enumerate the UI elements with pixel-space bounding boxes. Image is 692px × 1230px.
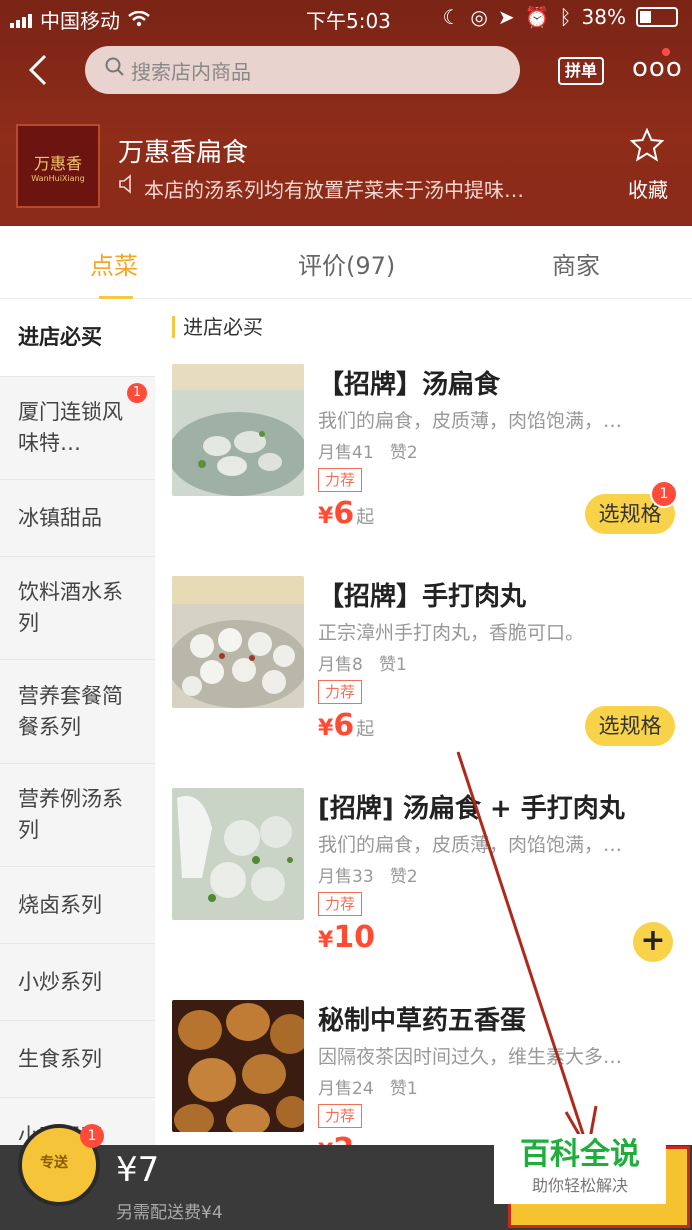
shop-header: 中国移动 下午5:03 ☾ ◎ ➤ ⏰ ᛒ 38% 搜索店内商品 拼单 ooo … (0, 0, 692, 226)
food-name: 【招牌】汤扁食 (318, 370, 501, 400)
notification-dot (662, 48, 670, 56)
tab-bar: 点菜 评价(97) 商家 (0, 226, 692, 299)
delivery-fee: 另需配送费¥4 (116, 1203, 223, 1223)
food-image (172, 364, 304, 496)
food-image (172, 576, 304, 708)
food-sales: 月售24 赞1 (318, 1079, 418, 1099)
category-sidebar: 进店必买 厦门连锁风味特… 1 冰镇甜品 饮料酒水系列 营养套餐简餐系列 营养例汤… (0, 299, 155, 1145)
section-title: 进店必买 (172, 316, 263, 338)
recommend-tag: 力荐 (318, 892, 363, 916)
signal-icon (10, 12, 32, 28)
clock: 下午5:03 (306, 9, 391, 33)
cart-count-badge: 1 (80, 1124, 104, 1148)
food-desc: 因隔夜茶因时间过久，维生素大多… (318, 1046, 623, 1068)
sidebar-item-stir-fry[interactable]: 小炒系列 (0, 944, 155, 1021)
food-sales: 月售41 赞2 (318, 443, 418, 463)
shop-logo: 万惠香 WanHuiXiang (16, 124, 100, 208)
food-name: 【招牌】手打肉丸 (318, 582, 527, 612)
choose-spec-button[interactable]: 选规格 (585, 706, 675, 746)
food-desc: 我们的扁食，皮质薄，肉馅饱满，… (318, 834, 623, 856)
sidebar-item-must-buy[interactable]: 进店必买 (0, 299, 155, 377)
category-badge: 1 (127, 383, 147, 403)
search-placeholder: 搜索店内商品 (131, 59, 251, 84)
spec-count-badge: 1 (650, 480, 678, 508)
add-to-cart-button[interactable]: + (633, 922, 673, 962)
sidebar-item-drinks[interactable]: 饮料酒水系列 (0, 557, 155, 660)
food-sales: 月售33 赞2 (318, 867, 418, 887)
status-bar: 中国移动 下午5:03 ☾ ◎ ➤ ⏰ ᛒ 38% (0, 0, 692, 36)
search-input[interactable]: 搜索店内商品 (85, 46, 520, 94)
sidebar-item-braised[interactable]: 烧卤系列 (0, 867, 155, 944)
shop-name: 万惠香扁食 (118, 138, 249, 168)
search-icon (105, 57, 125, 83)
food-price: ¥6 起 (318, 496, 375, 531)
carrier-label: 中国移动 (40, 9, 120, 33)
tab-reviews[interactable]: 评价(97) (298, 246, 395, 281)
more-icon[interactable]: ooo (632, 53, 683, 83)
food-price: ¥10 (318, 920, 376, 955)
recommend-tag: 力荐 (318, 468, 363, 492)
food-price: ¥6 起 (318, 708, 375, 743)
recommend-tag: 力荐 (318, 680, 363, 704)
food-sales: 月售8 赞1 (318, 655, 407, 675)
speaker-icon (118, 174, 136, 203)
cart-total: ¥7 (116, 1150, 160, 1190)
food-name: [招牌] 汤扁食 + 手打肉丸 (318, 794, 625, 824)
food-desc: 我们的扁食，皮质薄，肉馅饱满，… (318, 410, 623, 432)
star-icon[interactable] (629, 127, 665, 171)
moon-icon: ☾ (442, 5, 461, 29)
sidebar-item-soups[interactable]: 营养例汤系列 (0, 764, 155, 867)
food-item[interactable]: 【招牌】汤扁食 我们的扁食，皮质薄，肉馅饱满，… 月售41 赞2 力荐 ¥6 起 … (172, 364, 692, 564)
group-order-button[interactable]: 拼单 (558, 57, 605, 85)
sidebar-item-set-meals[interactable]: 营养套餐简餐系列 (0, 660, 155, 764)
shop-notice[interactable]: 本店的汤系列均有放置芹菜末于汤中提味… (118, 174, 524, 203)
alarm-icon: ⏰ (524, 5, 550, 29)
tab-merchant[interactable]: 商家 (552, 246, 600, 281)
recommend-tag: 力荐 (318, 1104, 363, 1128)
wifi-icon (128, 8, 150, 32)
food-desc: 正宗漳州手打肉丸，香脆可口。 (318, 622, 585, 644)
battery-icon (636, 7, 678, 27)
sidebar-item-xiamen[interactable]: 厦门连锁风味特… 1 (0, 377, 155, 480)
battery-percent: 38% (581, 5, 626, 29)
favorite-label[interactable]: 收藏 (628, 174, 668, 203)
food-item[interactable]: 【招牌】手打肉丸 正宗漳州手打肉丸，香脆可口。 月售8 赞1 力荐 ¥6 起 选规… (172, 576, 692, 776)
food-item[interactable]: [招牌] 汤扁食 + 手打肉丸 我们的扁食，皮质薄，肉馅饱满，… 月售33 赞2… (172, 788, 692, 988)
location-icon: ➤ (497, 5, 515, 29)
food-name: 秘制中草药五香蛋 (318, 1006, 527, 1036)
food-image (172, 1000, 304, 1132)
sidebar-item-desserts[interactable]: 冰镇甜品 (0, 480, 155, 557)
sidebar-item-raw[interactable]: 生食系列 (0, 1021, 155, 1098)
food-image (172, 788, 304, 920)
back-icon[interactable] (28, 54, 48, 93)
watermark-logo: 百科全说 助你轻松解决 (494, 1134, 666, 1204)
lock-rotation-icon: ◎ (470, 5, 488, 29)
bluetooth-icon: ᛒ (559, 5, 572, 29)
tab-menu[interactable]: 点菜 (90, 246, 138, 281)
